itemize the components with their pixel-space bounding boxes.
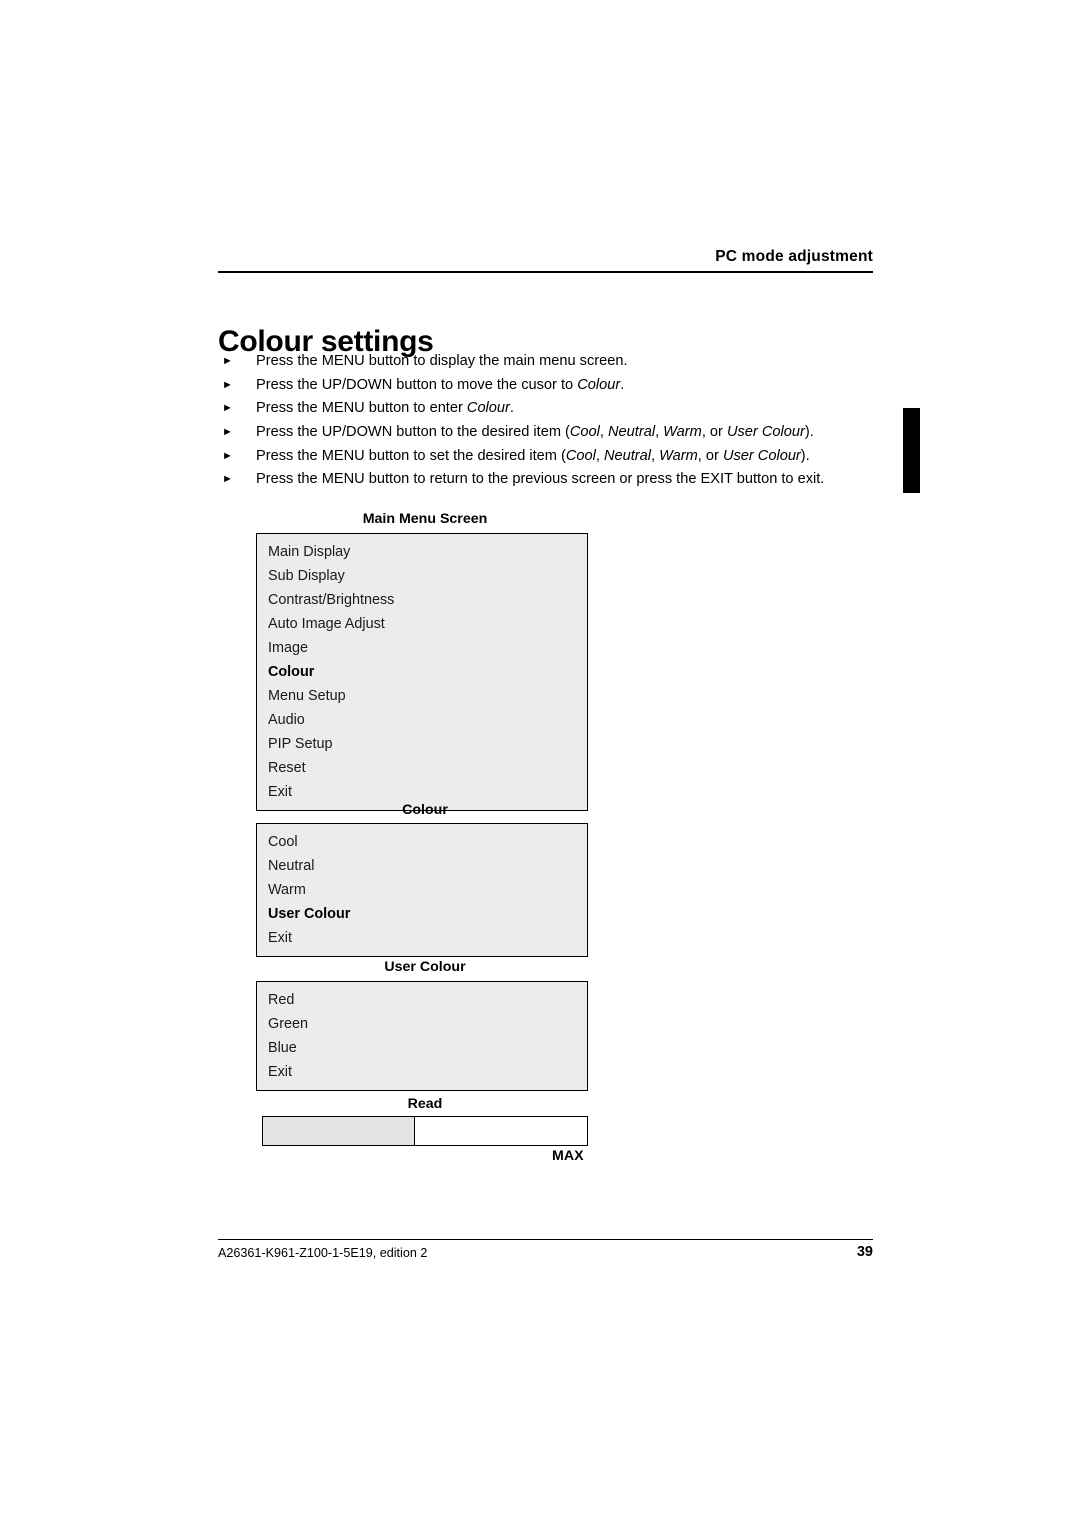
instruction-item: ► Press the MENU button to display the ma… bbox=[218, 350, 898, 374]
instruction-text: Press the UP/DOWN button to the desired … bbox=[256, 424, 814, 441]
bullet-arrow-icon: ► bbox=[222, 473, 233, 486]
instruction-list: ► Press the MENU button to display the ma… bbox=[218, 350, 898, 492]
menu-item-selected[interactable]: User Colour bbox=[257, 902, 587, 926]
menu-item[interactable]: Menu Setup bbox=[257, 684, 587, 708]
menu-item[interactable]: Cool bbox=[257, 830, 587, 854]
menu-item[interactable]: Audio bbox=[257, 708, 587, 732]
bullet-arrow-icon: ► bbox=[222, 402, 233, 415]
bullet-arrow-icon: ► bbox=[222, 426, 233, 439]
instruction-text: Press the MENU button to set the desired… bbox=[256, 447, 810, 464]
bullet-arrow-icon: ► bbox=[222, 378, 233, 391]
menu-caption: Colour bbox=[402, 802, 448, 818]
instruction-text: Press the MENU button to return to the p… bbox=[256, 471, 825, 488]
menu-caption: Main Menu Screen bbox=[362, 511, 488, 527]
menu-item[interactable]: Exit bbox=[257, 1060, 587, 1084]
menu-item[interactable]: Warm bbox=[257, 878, 587, 902]
menu-item[interactable]: Green bbox=[257, 1012, 587, 1036]
menu-box: Red Green Blue Exit bbox=[256, 981, 588, 1091]
menu-item[interactable]: Contrast/Brightness bbox=[257, 588, 587, 612]
read-slider-fill bbox=[263, 1117, 416, 1145]
read-slider[interactable] bbox=[262, 1116, 588, 1146]
footer-rule bbox=[218, 1239, 873, 1240]
menu-item[interactable]: Reset bbox=[257, 756, 587, 780]
menu-item-selected[interactable]: Colour bbox=[257, 660, 587, 684]
menu-item[interactable]: Image bbox=[257, 636, 587, 660]
instruction-text: Press the MENU button to enter Colour. bbox=[256, 400, 514, 417]
document-page: PC mode adjustment Colour settings ► Pres… bbox=[0, 0, 1080, 1528]
instruction-text: Press the MENU button to display the mai… bbox=[256, 353, 628, 369]
read-slider-caption: Read bbox=[407, 1096, 443, 1112]
bullet-arrow-icon: ► bbox=[222, 355, 233, 367]
instruction-item: ► Press the UP/DOWN button to move the cu… bbox=[218, 374, 898, 398]
instruction-item: ► Press the MENU button to enter Colour. bbox=[218, 397, 898, 421]
menu-item[interactable]: Exit bbox=[257, 926, 587, 950]
instruction-item: ► Press the MENU button to return to the … bbox=[218, 468, 898, 492]
chapter-thumb-tab bbox=[903, 408, 920, 493]
menu-caption: User Colour bbox=[384, 959, 466, 975]
menu-item[interactable]: Blue bbox=[257, 1036, 587, 1060]
menu-item[interactable]: Sub Display bbox=[257, 564, 587, 588]
menu-item[interactable]: Exit bbox=[257, 780, 587, 804]
running-head: PC mode adjustment bbox=[715, 248, 873, 265]
menu-item[interactable]: Main Display bbox=[257, 540, 587, 564]
max-label: MAX bbox=[552, 1148, 584, 1164]
instruction-text: Press the UP/DOWN button to move the cus… bbox=[256, 376, 625, 393]
menu-item[interactable]: Auto Image Adjust bbox=[257, 612, 587, 636]
instruction-item: ► Press the MENU button to set the desire… bbox=[218, 445, 898, 469]
bullet-arrow-icon: ► bbox=[222, 449, 233, 462]
header-rule bbox=[218, 271, 873, 273]
menu-item[interactable]: Neutral bbox=[257, 854, 587, 878]
page-number: 39 bbox=[856, 1244, 873, 1260]
menu-box: Main Display Sub Display Contrast/Brightne… bbox=[256, 533, 588, 811]
menu-item[interactable]: Red bbox=[257, 988, 587, 1012]
menu-item[interactable]: PIP Setup bbox=[257, 732, 587, 756]
menu-box: Cool Neutral Warm User Colour Exit bbox=[256, 823, 588, 957]
instruction-item: ► Press the UP/DOWN button to the desired… bbox=[218, 421, 898, 445]
